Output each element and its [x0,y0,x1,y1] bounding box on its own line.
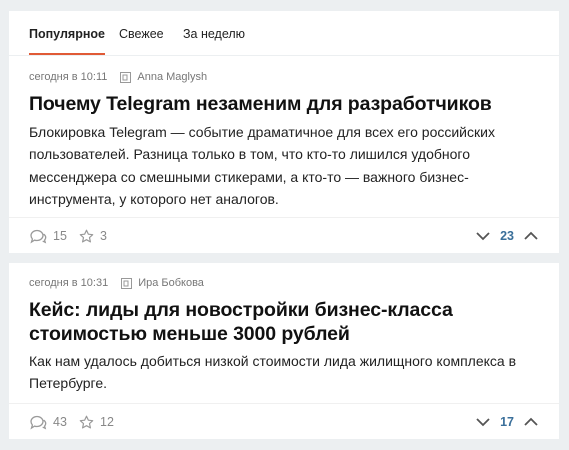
post-title[interactable]: Почему Telegram незаменим для разработчи… [29,92,544,116]
company-logo-icon [121,277,133,289]
chevron-up-icon[interactable] [523,231,539,241]
star-icon [79,229,94,242]
post-card: сегодня в 10:11 Anna Maglysh Почему Tele… [9,56,559,253]
rating-control: 17 [475,404,539,440]
chevron-down-icon[interactable] [475,417,491,427]
post-title[interactable]: Кейс: лиды для новостройки бизнес-класса… [29,298,544,346]
comments-counter[interactable]: 15 [29,218,67,254]
tab-week[interactable]: За неделю [183,11,245,55]
favorites-counter[interactable]: 12 [79,404,114,440]
rating-control: 23 [475,218,539,254]
comments-count: 15 [53,229,67,243]
post-card: сегодня в 10:31 Ира Бобкова Кейс: лиды д… [9,263,559,439]
speech-bubbles-icon [30,229,47,244]
comments-counter[interactable]: 43 [29,404,67,440]
tab-fresh[interactable]: Свежее [119,11,164,55]
company-logo-icon [120,71,132,83]
speech-bubbles-icon [30,415,47,430]
chevron-down-icon[interactable] [475,231,491,241]
post-lead: Как нам удалось добиться низкой стоимост… [29,353,517,392]
post-meta: сегодня в 10:31 Ира Бобкова [29,277,204,289]
rating-value: 23 [500,229,514,243]
star-icon [79,415,94,428]
post-footer: 15 3 23 [9,217,559,254]
post-footer: 43 12 17 [9,403,559,440]
post-lead: Блокировка Telegram — событие драматично… [29,124,495,208]
rating-value: 17 [500,415,514,429]
favorites-count: 12 [100,415,114,429]
post-meta: сегодня в 10:11 Anna Maglysh [29,71,207,83]
tab-popular[interactable]: Популярное [29,11,105,55]
post-time[interactable]: сегодня в 10:11 [29,71,107,83]
post-time[interactable]: сегодня в 10:31 [29,277,108,289]
feed-tabs: Популярное Свежее За неделю [9,11,559,55]
post-author[interactable]: Ира Бобкова [138,277,204,289]
favorites-count: 3 [100,229,107,243]
favorites-counter[interactable]: 3 [79,218,107,254]
chevron-up-icon[interactable] [523,417,539,427]
post-author[interactable]: Anna Maglysh [137,71,207,83]
comments-count: 43 [53,415,67,429]
